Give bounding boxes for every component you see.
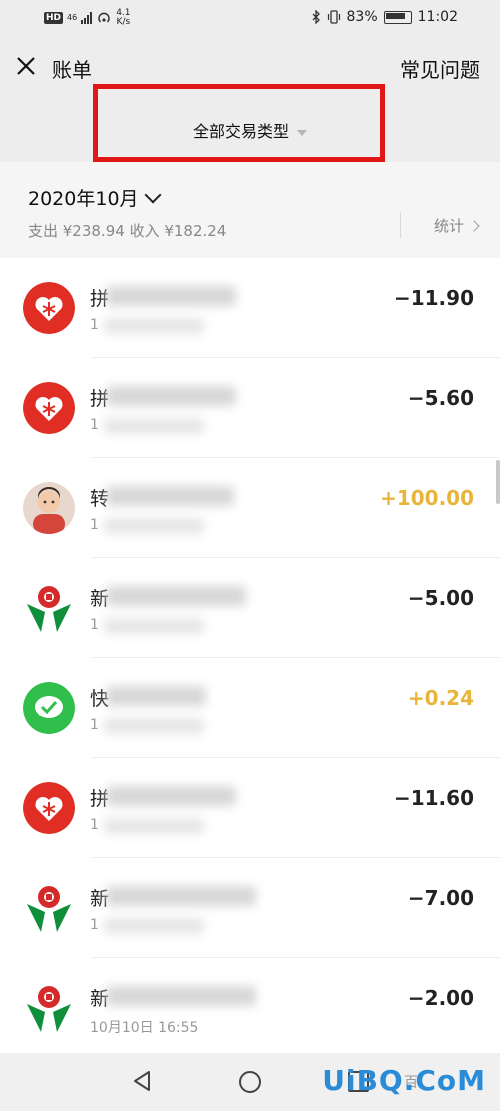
vibrate-icon [327,10,340,24]
clock: 11:02 [417,9,458,25]
highlight-box [93,84,385,162]
transaction-amount: −5.00 [407,586,474,610]
transaction-time: 1 [90,417,99,433]
pinduoduo-icon [23,382,75,434]
rural-credit-icon [23,582,75,634]
month-summary: 2020年10月 支出 ¥238.94 收入 ¥182.24 统计 [0,162,500,258]
rural-credit-icon [23,982,75,1034]
battery-percent: 83% [346,9,378,25]
home-icon[interactable] [239,1071,261,1093]
transaction-amount: +0.24 [407,686,474,710]
transaction-row[interactable]: 快 1 +0.24 [0,658,500,758]
watermark-logo: UiBQ.CoM [322,1064,486,1097]
redacted-text [106,986,256,1006]
status-right: 83% 11:02 [312,9,458,25]
wechat-icon [23,682,75,734]
redacted-text [104,918,204,934]
transaction-row[interactable]: 转 1 +100.00 [0,458,500,558]
transaction-time: 1 [90,817,99,833]
transaction-amount: −11.60 [393,786,474,810]
redacted-text [104,818,204,834]
statistics-link[interactable]: 统计 [433,215,480,236]
transaction-list: 拼 1 −11.90 拼 1 −5.60 转 1 +100.00 新 1 −5.… [0,258,500,1058]
redacted-text [104,718,204,734]
close-icon[interactable] [14,54,38,78]
transaction-row[interactable]: 新 10月10日 16:55 −2.00 [0,958,500,1058]
net-speed-unit: K/s [116,17,131,27]
page-title: 账单 [52,58,92,82]
transaction-row[interactable]: 拼 1 −5.60 [0,358,500,458]
network-type: 46 [67,13,78,22]
status-left: HD 46 4.1 K/s [44,9,131,27]
month-label: 2020年10月 [28,188,139,210]
bluetooth-icon [312,10,320,24]
rural-credit-icon [23,882,75,934]
status-bar: HD 46 4.1 K/s 83% 11:02 [0,0,500,38]
month-picker[interactable]: 2020年10月 [28,184,162,211]
chevron-right-icon [468,219,480,232]
transaction-amount: −2.00 [407,986,474,1010]
transaction-time: 1 [90,917,99,933]
faq-link[interactable]: 常见问题 [400,54,480,83]
transaction-time: 1 [90,517,99,533]
divider [400,212,401,238]
redacted-text [106,786,236,806]
chevron-down-icon [144,186,162,203]
pinduoduo-icon [23,782,75,834]
redacted-text [104,418,204,434]
hotspot-icon [98,12,110,23]
signal-icon [81,12,93,24]
net-speed: 4.1 K/s [116,9,130,27]
redacted-text [106,686,206,706]
transaction-row[interactable]: 新 1 −7.00 [0,858,500,958]
month-totals: 支出 ¥238.94 收入 ¥182.24 [28,222,227,240]
transaction-amount: +100.00 [380,486,474,510]
transaction-row[interactable]: 拼 1 −11.90 [0,258,500,358]
transaction-time: 10月10日 16:55 [90,1020,199,1036]
redacted-text [104,618,204,634]
transaction-time: 1 [90,617,99,633]
transaction-time: 1 [90,317,99,333]
transaction-amount: −7.00 [407,886,474,910]
transaction-row[interactable]: 新 1 −5.00 [0,558,500,658]
transaction-time: 1 [90,717,99,733]
redacted-text [106,886,256,906]
redacted-text [104,318,204,334]
battery-icon [383,10,412,24]
transaction-row[interactable]: 拼 1 −11.60 [0,758,500,858]
redacted-text [106,386,236,406]
redacted-text [106,586,246,606]
baby-avatar-icon [23,482,75,534]
hd-badge: HD [44,12,64,24]
scrollbar-thumb[interactable] [496,460,500,504]
statistics-label: 统计 [433,217,464,235]
transaction-amount: −5.60 [407,386,474,410]
back-icon[interactable] [132,1070,152,1092]
redacted-text [106,286,236,306]
redacted-text [104,518,204,534]
redacted-text [106,486,234,506]
pinduoduo-icon [23,282,75,334]
transaction-amount: −11.90 [393,286,474,310]
